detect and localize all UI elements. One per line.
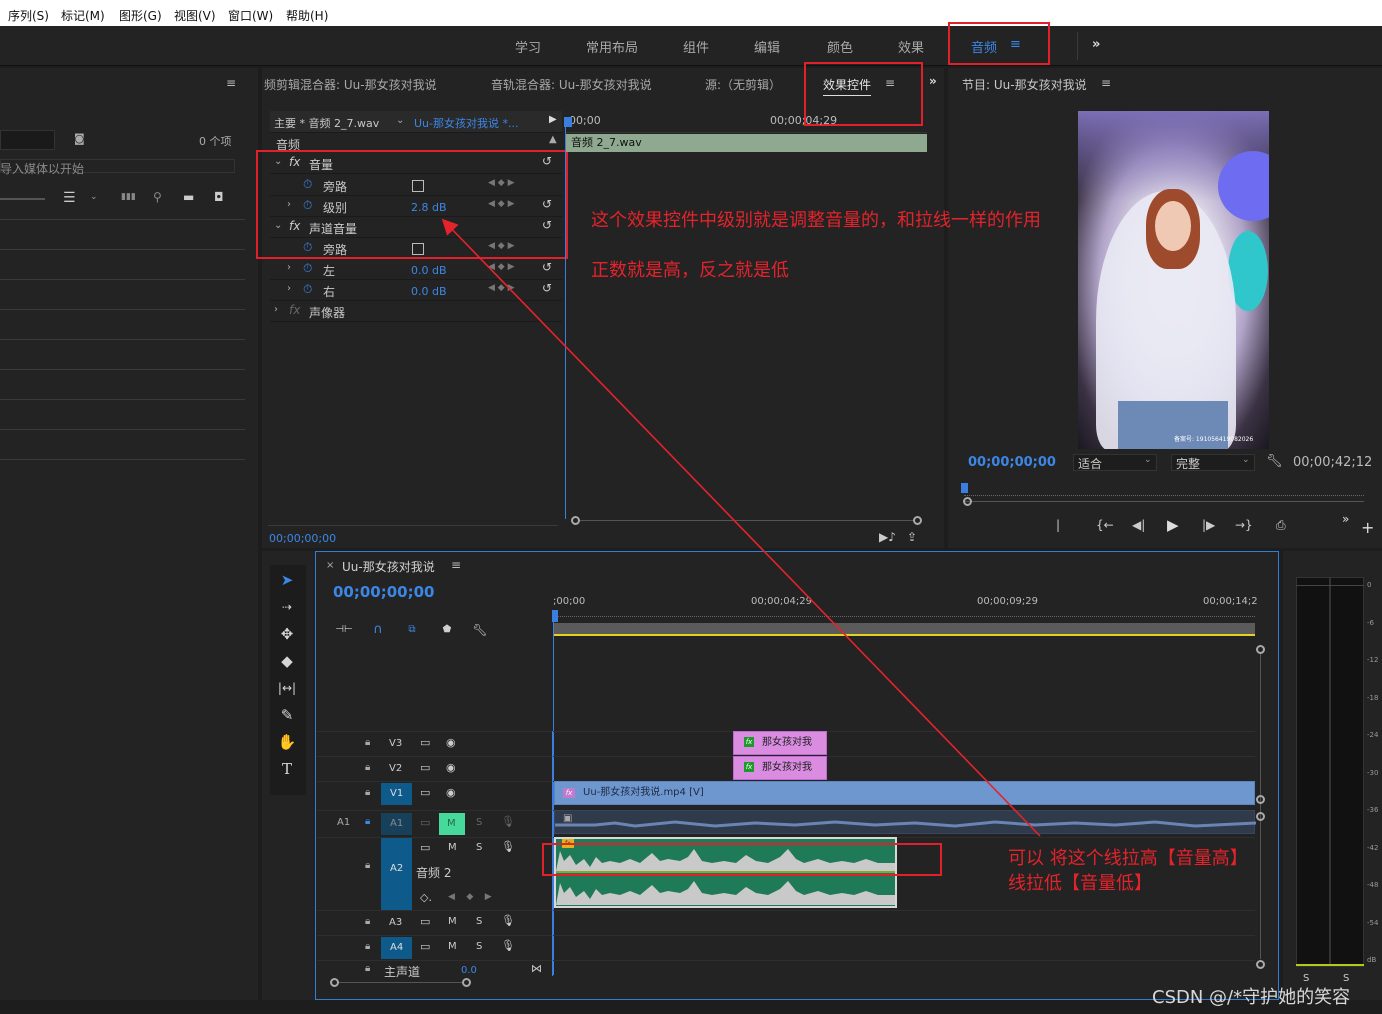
annotation-drag-down: 线拉低【音量低】	[1008, 873, 1152, 894]
csdn-watermark: CSDN @/*守护她的笑容	[1152, 987, 1351, 1008]
arrow-line	[441, 218, 1041, 837]
annotation-drag-up: 可以 将这个线拉高【音量高】	[1008, 848, 1248, 869]
annotation-positive-negative: 正数就是高，反之就是低	[591, 260, 789, 281]
annotation-level-explanation: 这个效果控件中级别就是调整音量的，和拉线一样的作用	[591, 210, 1041, 231]
